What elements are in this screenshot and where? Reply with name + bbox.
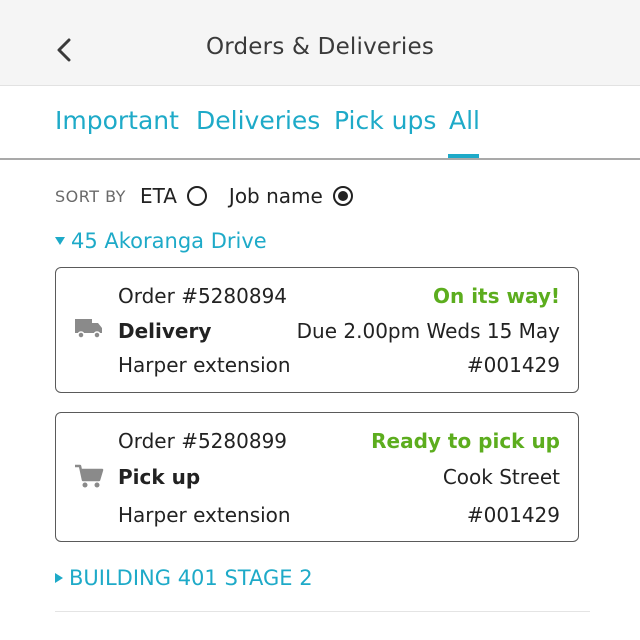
order-number: Order #5280899 [118, 429, 288, 453]
page-title: Orders & Deliveries [205, 34, 435, 60]
group-header-akoranga[interactable]: 45 Akoranga Drive [55, 229, 267, 253]
order-status: Ready to pick up [371, 429, 560, 453]
sort-controls: SORT BY ETA Job name [55, 182, 353, 210]
group-name: 45 Akoranga Drive [71, 229, 267, 253]
order-type: Pick up [118, 465, 201, 489]
sort-option-job-name[interactable]: Job name [229, 184, 353, 208]
truck-icon [74, 316, 104, 344]
sort-by-label: SORT BY [55, 186, 126, 206]
order-detail: Due 2.00pm Weds 15 May [296, 319, 560, 343]
order-detail: Cook Street [442, 465, 560, 489]
caret-right-icon [55, 573, 63, 583]
order-status: On its way! [432, 284, 560, 308]
sort-option-label: Job name [228, 184, 323, 208]
group-header-building-401[interactable]: BUILDING 401 STAGE 2 [55, 566, 313, 590]
job-name: Harper extension [118, 353, 291, 377]
active-tab-indicator [448, 154, 479, 158]
job-number: #001429 [466, 503, 560, 527]
tab-pick-ups[interactable]: Pick ups [334, 106, 436, 135]
tab-important[interactable]: Important [55, 106, 179, 135]
radio-dot [337, 191, 348, 201]
cart-icon [74, 463, 104, 493]
radio-selected[interactable] [332, 186, 353, 206]
order-card[interactable]: Order #5280894 On its way! Delivery Due … [55, 267, 579, 393]
job-name: Harper extension [118, 503, 291, 527]
sort-option-eta[interactable]: ETA [140, 184, 207, 208]
tab-all[interactable]: All [449, 106, 480, 135]
tab-deliveries[interactable]: Deliveries [196, 106, 320, 135]
radio-unselected[interactable] [186, 186, 207, 206]
order-card[interactable]: Order #5280899 Ready to pick up Pick up … [55, 412, 579, 542]
order-type: Delivery [118, 319, 212, 343]
divider [55, 611, 590, 612]
order-number: Order #5280894 [118, 284, 288, 308]
tab-bar: Important Deliveries Pick ups All [0, 86, 640, 160]
job-number: #001429 [466, 353, 560, 377]
caret-down-icon [55, 237, 65, 245]
sort-option-label: ETA [139, 184, 177, 208]
app-header: Orders & Deliveries [0, 0, 640, 86]
group-name: BUILDING 401 STAGE 2 [69, 566, 313, 590]
